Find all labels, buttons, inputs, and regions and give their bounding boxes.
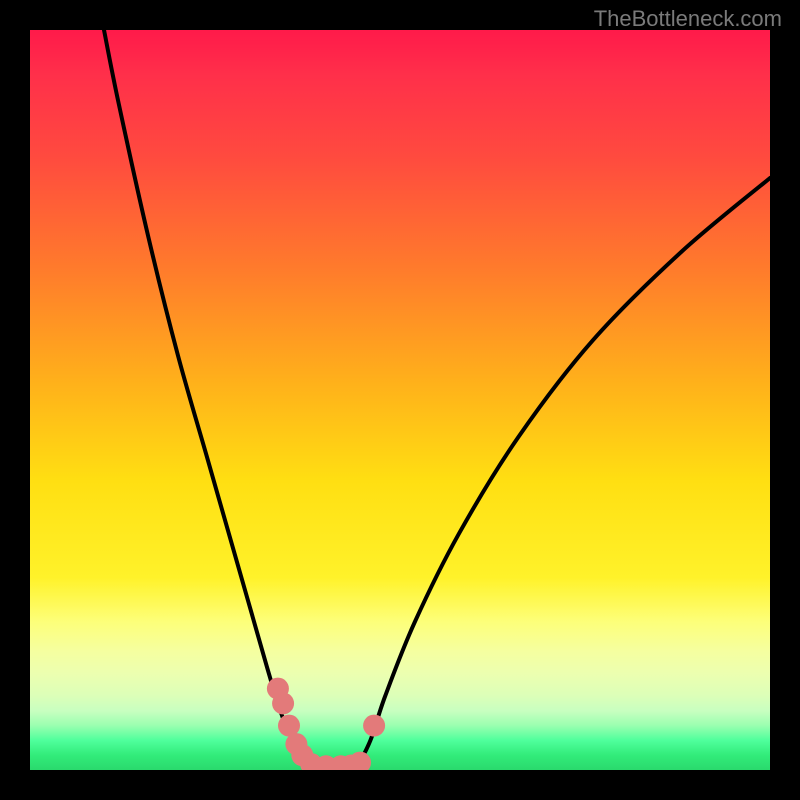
- plot-area: [30, 30, 770, 770]
- left-dots-point: [272, 692, 294, 714]
- left-curve: [104, 30, 319, 770]
- curve-overlay: [30, 30, 770, 770]
- bottom-dots-point: [349, 752, 371, 770]
- right-curve: [356, 178, 770, 770]
- right-dot-point: [363, 715, 385, 737]
- watermark-text: TheBottleneck.com: [594, 6, 782, 32]
